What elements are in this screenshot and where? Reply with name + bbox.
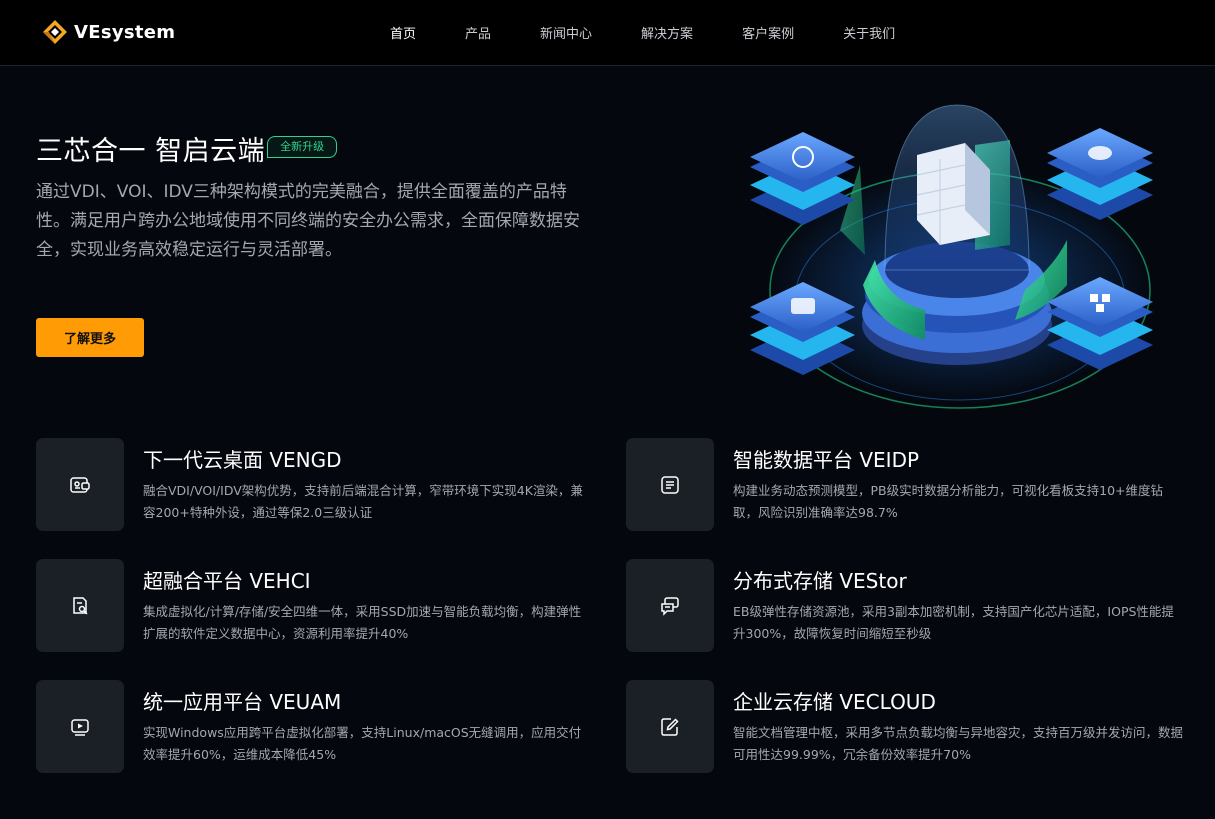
card-icon-box bbox=[36, 438, 124, 531]
product-card-vehci[interactable]: 超融合平台 VEHCI 集成虚拟化/计算/存储/安全四维一体，采用SSD加速与智… bbox=[36, 559, 596, 653]
card-icon-box bbox=[36, 680, 124, 773]
cloud-platform-illustration bbox=[750, 104, 1155, 409]
card-title: 企业云存储 VECLOUD bbox=[733, 690, 936, 714]
card-title: 统一应用平台 VEUAM bbox=[143, 690, 342, 714]
data-list-icon bbox=[661, 475, 679, 494]
learn-more-button[interactable]: 了解更多 bbox=[36, 318, 144, 357]
nav-item-home[interactable]: 首页 bbox=[390, 23, 416, 42]
product-card-vecloud[interactable]: 企业云存储 VECLOUD 智能文档管理中枢，采用多节点负载均衡与异地容灾，支持… bbox=[626, 680, 1186, 774]
hero-title: 三芯合一 智启云端 bbox=[36, 136, 266, 167]
card-title: 智能数据平台 VEIDP bbox=[733, 448, 920, 472]
nav-item-solutions[interactable]: 解决方案 bbox=[641, 23, 693, 42]
logo-text: VEsystem bbox=[74, 21, 176, 43]
card-icon-box bbox=[626, 680, 714, 773]
card-icon-box bbox=[36, 559, 124, 652]
hero-title-row: 三芯合一 智启云端 全新升级 bbox=[36, 133, 338, 171]
card-title: 下一代云桌面 VENGD bbox=[143, 448, 342, 472]
product-card-vestor[interactable]: 分布式存储 VEStor EB级弹性存储资源池，采用3副本加密机制，支持国产化芯… bbox=[626, 559, 1186, 653]
product-card-veuam[interactable]: 统一应用平台 VEUAM 实现Windows应用跨平台虚拟化部署，支持Linux… bbox=[36, 680, 596, 774]
chat-bubbles-icon bbox=[661, 596, 679, 616]
logo-icon bbox=[43, 20, 67, 44]
doc-search-icon bbox=[73, 596, 88, 615]
card-icon-box bbox=[626, 438, 714, 531]
video-play-icon bbox=[71, 718, 89, 736]
hero-description: 通过VDI、VOI、IDV三种架构模式的完美融合，提供全面覆盖的产品特性。满足用… bbox=[36, 182, 580, 260]
desktop-card-icon bbox=[70, 476, 90, 493]
card-description: 集成虚拟化/计算/存储/安全四维一体，采用SSD加速与智能负载均衡，构建弹性扩展… bbox=[143, 604, 582, 641]
nav-item-news[interactable]: 新闻中心 bbox=[540, 23, 592, 42]
main-nav: 首页 产品 新闻中心 解决方案 客户案例 关于我们 bbox=[390, 0, 944, 65]
product-card-veidp[interactable]: 智能数据平台 VEIDP 构建业务动态预测模型，PB级实时数据分析能力，可视化看… bbox=[626, 438, 1186, 532]
card-description: EB级弹性存储资源池，采用3副本加密机制，支持国产化芯片适配，IOPS性能提升3… bbox=[733, 604, 1174, 641]
card-title: 分布式存储 VEStor bbox=[733, 569, 907, 593]
card-description: 构建业务动态预测模型，PB级实时数据分析能力，可视化看板支持10+维度钻取，风险… bbox=[733, 483, 1163, 520]
card-description: 智能文档管理中枢，采用多节点负载均衡与异地容灾，支持百万级并发访问，数据可用性达… bbox=[733, 725, 1184, 762]
card-description: 融合VDI/VOI/IDV架构优势，支持前后端混合计算，窄带环境下实现4K渲染，… bbox=[143, 483, 583, 520]
hero-badge: 全新升级 bbox=[267, 136, 338, 158]
edit-note-icon bbox=[661, 717, 679, 736]
nav-item-products[interactable]: 产品 bbox=[465, 23, 491, 42]
brand-logo[interactable]: VEsystem bbox=[42, 17, 175, 47]
top-header: VEsystem 首页 产品 新闻中心 解决方案 客户案例 关于我们 bbox=[0, 0, 1215, 66]
nav-item-about[interactable]: 关于我们 bbox=[843, 23, 895, 42]
product-card-vengd[interactable]: 下一代云桌面 VENGD 融合VDI/VOI/IDV架构优势，支持前后端混合计算… bbox=[36, 438, 596, 532]
nav-item-cases[interactable]: 客户案例 bbox=[742, 23, 794, 42]
card-description: 实现Windows应用跨平台虚拟化部署，支持Linux/macOS无缝调用，应用… bbox=[143, 725, 582, 762]
card-icon-box bbox=[626, 559, 714, 652]
card-title: 超融合平台 VEHCI bbox=[143, 569, 311, 593]
